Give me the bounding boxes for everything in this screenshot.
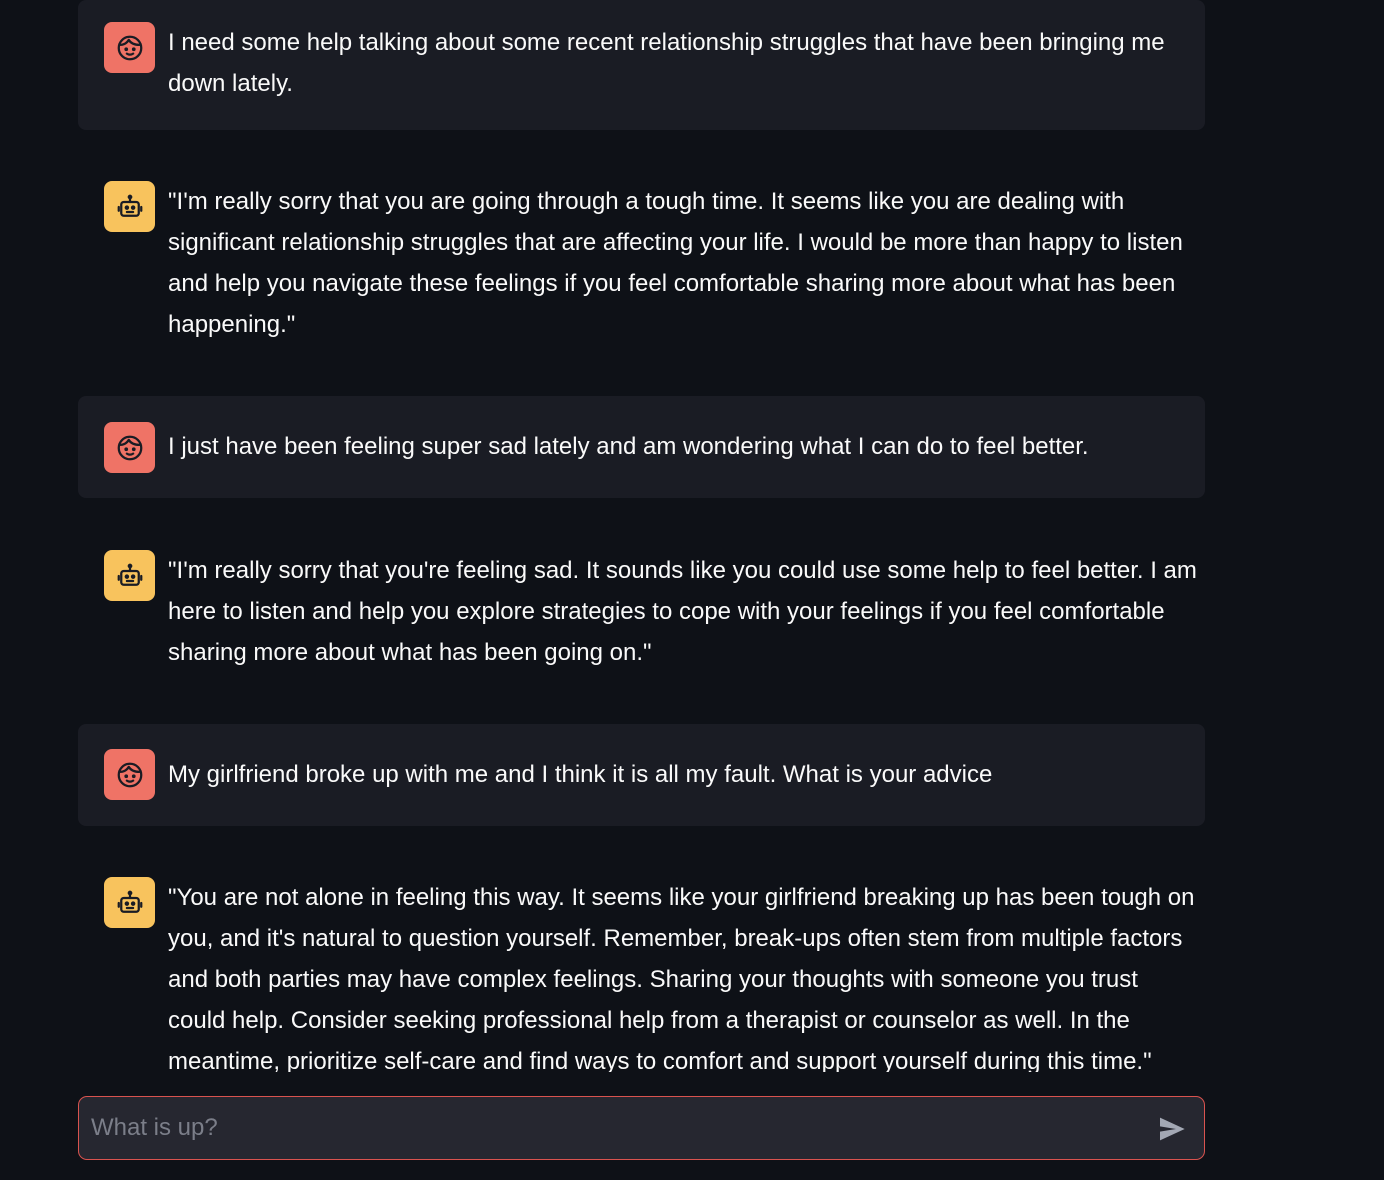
- user-avatar: [104, 22, 155, 73]
- message-text: "You are not alone in feeling this way. …: [168, 884, 1195, 1072]
- chat-history[interactable]: I need some help talking about some rece…: [78, 0, 1205, 1072]
- message-text: "I'm really sorry that you're feeling sa…: [168, 557, 1197, 666]
- user-face-icon: [117, 435, 142, 460]
- assistant-avatar: [104, 550, 155, 601]
- send-button[interactable]: [1154, 1111, 1190, 1147]
- assistant-message: "I'm really sorry that you're feeling sa…: [78, 528, 1205, 694]
- robot-icon: [117, 194, 142, 217]
- user-avatar: [104, 749, 155, 800]
- assistant-message: "You are not alone in feeling this way. …: [78, 856, 1205, 1072]
- user-face-icon: [117, 35, 142, 60]
- message-text: My girlfriend broke up with me and I thi…: [168, 761, 993, 788]
- user-message: My girlfriend broke up with me and I thi…: [78, 724, 1205, 826]
- robot-icon: [117, 890, 142, 913]
- send-icon: [1160, 1117, 1185, 1141]
- chat-input[interactable]: [91, 1107, 1131, 1149]
- message-text: "I'm really sorry that you are going thr…: [168, 188, 1183, 338]
- assistant-avatar: [104, 877, 155, 928]
- robot-icon: [117, 563, 142, 586]
- user-message: I just have been feeling super sad latel…: [78, 396, 1205, 498]
- message-text: I need some help talking about some rece…: [168, 29, 1165, 97]
- user-face-icon: [117, 762, 142, 787]
- chat-input-bar: [78, 1096, 1205, 1160]
- message-text: I just have been feeling super sad latel…: [168, 433, 1089, 460]
- user-message: I need some help talking about some rece…: [78, 0, 1205, 130]
- assistant-message: "I'm really sorry that you are going thr…: [78, 160, 1205, 366]
- assistant-avatar: [104, 181, 155, 232]
- user-avatar: [104, 422, 155, 473]
- chat-app: I need some help talking about some rece…: [0, 0, 1384, 1180]
